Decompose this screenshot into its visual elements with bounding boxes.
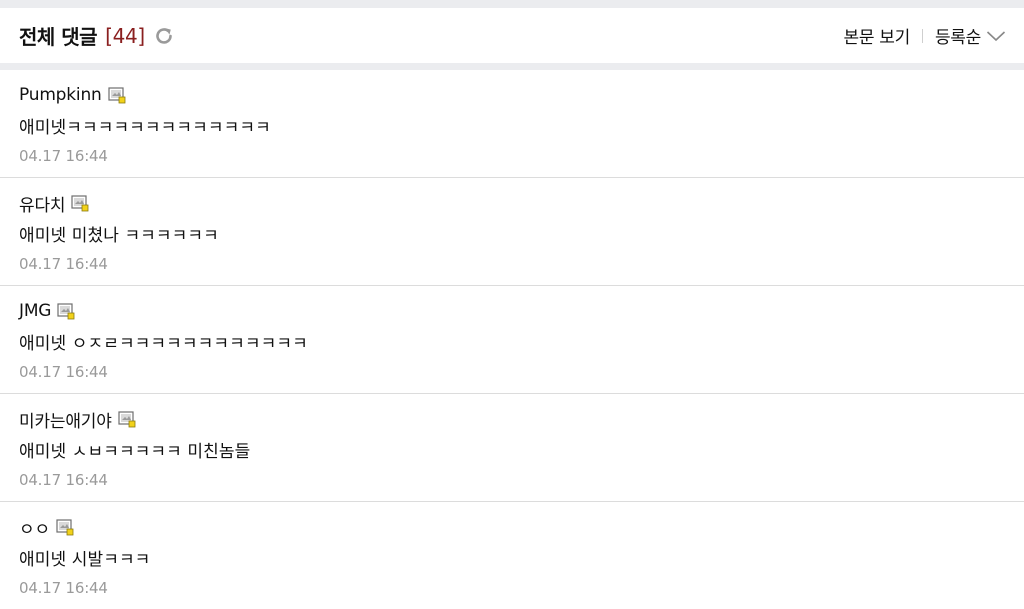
comment-body: 애미넷ㅋㅋㅋㅋㅋㅋㅋㅋㅋㅋㅋㅋㅋ	[19, 118, 271, 138]
header-actions: 본문 보기 등록순	[844, 23, 1007, 48]
comment-author-row: 유다치	[19, 191, 1005, 216]
comment-author-row: 미카는애기야	[19, 407, 1005, 432]
member-level-icon	[71, 194, 89, 212]
member-level-icon	[56, 518, 74, 536]
comment-date: 04.17 16:44	[19, 363, 108, 381]
view-post-button[interactable]: 본문 보기	[844, 23, 911, 48]
member-level-icon	[118, 410, 136, 428]
comment-author-row: ㅇㅇ	[19, 515, 1005, 540]
comment-author[interactable]: 유다치	[19, 191, 66, 216]
comments-title: 전체 댓글	[19, 25, 98, 49]
comment-item: JMG 애미넷 ㅇㅈㄹㅋㅋㅋㅋㅋㅋㅋㅋㅋㅋㅋㅋ 04.17 16:44	[0, 286, 1024, 394]
member-level-icon	[57, 302, 75, 320]
comment-list: Pumpkinn 애미넷ㅋㅋㅋㅋㅋㅋㅋㅋㅋㅋㅋㅋㅋ 04.17 16:44 유다…	[0, 70, 1024, 609]
comment-author-row: JMG	[19, 300, 1005, 322]
member-level-icon	[108, 86, 126, 104]
comment-author[interactable]: JMG	[19, 301, 51, 321]
comment-body: 애미넷 ㅅㅂㅋㅋㅋㅋㅋ 미친놈들	[19, 442, 251, 462]
comment-author[interactable]: 미카는애기야	[19, 407, 112, 432]
comment-item: 미카는애기야 애미넷 ㅅㅂㅋㅋㅋㅋㅋ 미친놈들 04.17 16:44	[0, 394, 1024, 502]
comment-count: [44]	[105, 23, 145, 48]
comment-item: ㅇㅇ 애미넷 시발ㅋㅋㅋ 04.17 16:44	[0, 502, 1024, 609]
comment-item: Pumpkinn 애미넷ㅋㅋㅋㅋㅋㅋㅋㅋㅋㅋㅋㅋㅋ 04.17 16:44	[0, 70, 1024, 178]
comment-date: 04.17 16:44	[19, 579, 108, 597]
comment-date: 04.17 16:44	[19, 255, 108, 273]
chevron-down-icon	[986, 30, 1006, 41]
comments-header: 전체 댓글 [44] 본문 보기 등록순	[0, 8, 1024, 63]
comment-author[interactable]: ㅇㅇ	[19, 515, 50, 540]
comment-author[interactable]: Pumpkinn	[19, 85, 102, 105]
sort-dropdown[interactable]: 등록순	[935, 23, 1006, 48]
comment-item: 유다치 애미넷 미쳤나 ㅋㅋㅋㅋㅋㅋ 04.17 16:44	[0, 178, 1024, 286]
comments-title-group: 전체 댓글 [44]	[19, 21, 175, 50]
comment-body: 애미넷 ㅇㅈㄹㅋㅋㅋㅋㅋㅋㅋㅋㅋㅋㅋㅋ	[19, 334, 308, 354]
top-strip	[0, 0, 1024, 8]
comment-author-row: Pumpkinn	[19, 84, 1005, 106]
comment-date: 04.17 16:44	[19, 471, 108, 489]
sort-label: 등록순	[934, 28, 981, 48]
comment-date: 04.17 16:44	[19, 147, 108, 165]
header-divider-strip	[0, 63, 1024, 70]
refresh-icon[interactable]	[153, 25, 175, 47]
comment-body: 애미넷 시발ㅋㅋㅋ	[19, 550, 151, 570]
comment-body: 애미넷 미쳤나 ㅋㅋㅋㅋㅋㅋ	[19, 226, 219, 246]
divider	[921, 28, 923, 43]
